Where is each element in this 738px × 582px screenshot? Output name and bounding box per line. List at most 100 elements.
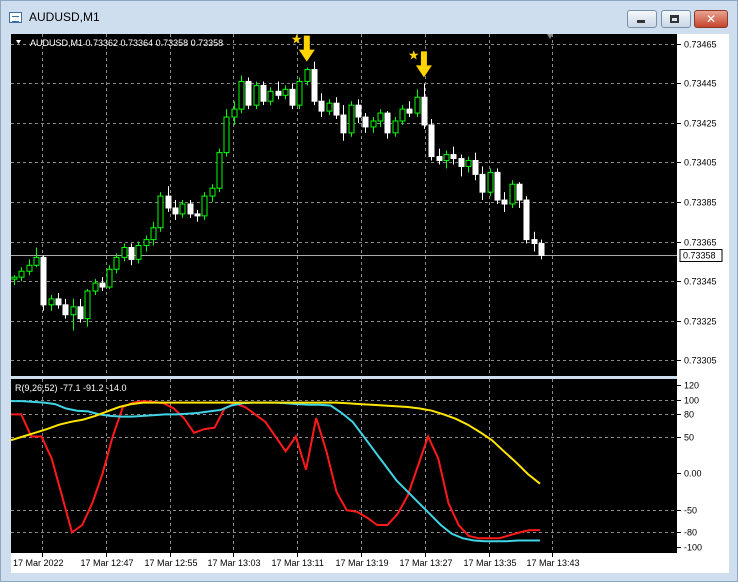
candle-body [179, 203, 186, 215]
time-tick-label: 17 Mar 13:11 [272, 558, 324, 568]
candle-body [18, 270, 25, 278]
price-tick-label: 0.73445 [684, 79, 717, 89]
time-tick-label: 17 Mar 13:03 [208, 558, 261, 568]
candle-body [465, 160, 472, 167]
candle-body [296, 80, 303, 106]
candle-body [487, 171, 494, 193]
price-tick-label: 0.73425 [684, 119, 717, 129]
candle-body [55, 298, 62, 306]
candle-body [70, 306, 77, 316]
candle-body [340, 114, 347, 134]
candle-body [311, 69, 318, 102]
candle-body [11, 276, 18, 280]
candle-body [40, 256, 47, 306]
candle-body [187, 203, 194, 215]
candle-body [172, 207, 179, 215]
candle-body [62, 304, 69, 316]
candle-body [121, 247, 128, 258]
candle-body [458, 158, 465, 167]
indicator-tick-label: -50 [684, 506, 697, 516]
candle-body [428, 124, 435, 158]
candle-body [414, 96, 421, 114]
candle-body [436, 156, 443, 162]
candle-body [355, 104, 362, 118]
candle-body [289, 88, 296, 106]
candle-body [509, 183, 516, 205]
time-tick-label: 17 Mar 13:35 [464, 558, 517, 568]
candle-body [318, 100, 325, 112]
price-tick-label: 0.73325 [684, 317, 717, 327]
candle-body [201, 195, 208, 217]
candle-body [267, 90, 274, 102]
candle-body [384, 112, 391, 134]
candle-body [48, 298, 55, 306]
price-tick-label: 0.73305 [684, 356, 717, 366]
price-tick-label: 0.73345 [684, 277, 717, 287]
price-chart-header: AUDUSD,M1 0.73362 0.73364 0.73358 0.7335… [30, 38, 223, 48]
candle-body [238, 80, 245, 110]
candle-body [253, 84, 260, 106]
candle-body [157, 195, 164, 229]
current-price-label: 0.73358 [683, 251, 716, 261]
candle-body [494, 171, 501, 201]
candle-body [362, 116, 369, 128]
candle-body [106, 268, 113, 288]
time-tick-label: 17 Mar 13:27 [400, 558, 453, 568]
indicator-tick-label: -80 [684, 528, 697, 538]
candle-body [421, 96, 428, 126]
candle-body [406, 108, 413, 114]
candle-body [33, 256, 40, 266]
indicator-tick-label: 80 [684, 410, 694, 420]
candle-body [450, 154, 457, 160]
candle-body [275, 90, 282, 96]
candle-body [77, 306, 84, 320]
candle-body [538, 243, 545, 256]
candle-body [135, 245, 142, 260]
candle-body [26, 264, 33, 272]
indicator-tick-label: 0.00 [684, 469, 702, 479]
candle-body [209, 187, 216, 197]
candle-body [194, 213, 201, 217]
candle-body [326, 102, 333, 112]
candle-body [84, 290, 91, 320]
candle-body [443, 154, 450, 162]
price-tick-label: 0.73405 [684, 158, 717, 168]
indicator-header: R(9,26,52) -77.1 -91.2 -14.0 [15, 383, 127, 393]
signal-star-icon: ★ [291, 32, 303, 47]
candle-body [245, 80, 252, 106]
candle-body [399, 108, 406, 122]
time-tick-label: 17 Mar 2022 [13, 558, 64, 568]
candle-body [348, 104, 355, 134]
candle-body [304, 69, 311, 82]
indicator-tick-label: 120 [684, 381, 699, 391]
candle-body [516, 183, 523, 201]
indicator-tick-label: -100 [684, 543, 702, 553]
candle-body [143, 239, 150, 247]
candle-body [531, 239, 538, 245]
candle-body [92, 282, 99, 292]
time-tick-label: 17 Mar 13:43 [527, 558, 580, 568]
candle-body [472, 160, 479, 175]
candle-body [501, 199, 508, 205]
candle-body [150, 227, 157, 241]
indicator-tick-label: 50 [684, 433, 694, 443]
price-tick-label: 0.73365 [684, 238, 717, 248]
candle-body [282, 88, 289, 96]
time-tick-label: 17 Mar 13:19 [336, 558, 389, 568]
candle-body [113, 256, 120, 270]
time-tick-label: 17 Mar 12:47 [81, 558, 134, 568]
price-panel[interactable] [11, 34, 677, 376]
candle-body [128, 247, 135, 260]
indicator-panel[interactable] [11, 379, 677, 553]
candle-body [260, 84, 267, 102]
indicator-tick-label: 100 [684, 396, 699, 406]
candle-body [231, 108, 238, 118]
candle-body [392, 120, 399, 134]
price-tick-label: 0.73465 [684, 40, 717, 50]
candle-body [333, 102, 340, 116]
candle-body [479, 173, 486, 193]
price-tick-label: 0.73385 [684, 198, 717, 208]
chart-canvas[interactable]: 0.73465 0.73445 0.73425 0.73405 0.73385 0.733… [0, 0, 738, 582]
candle-body [370, 120, 377, 128]
signal-star-icon: ★ [408, 47, 420, 62]
